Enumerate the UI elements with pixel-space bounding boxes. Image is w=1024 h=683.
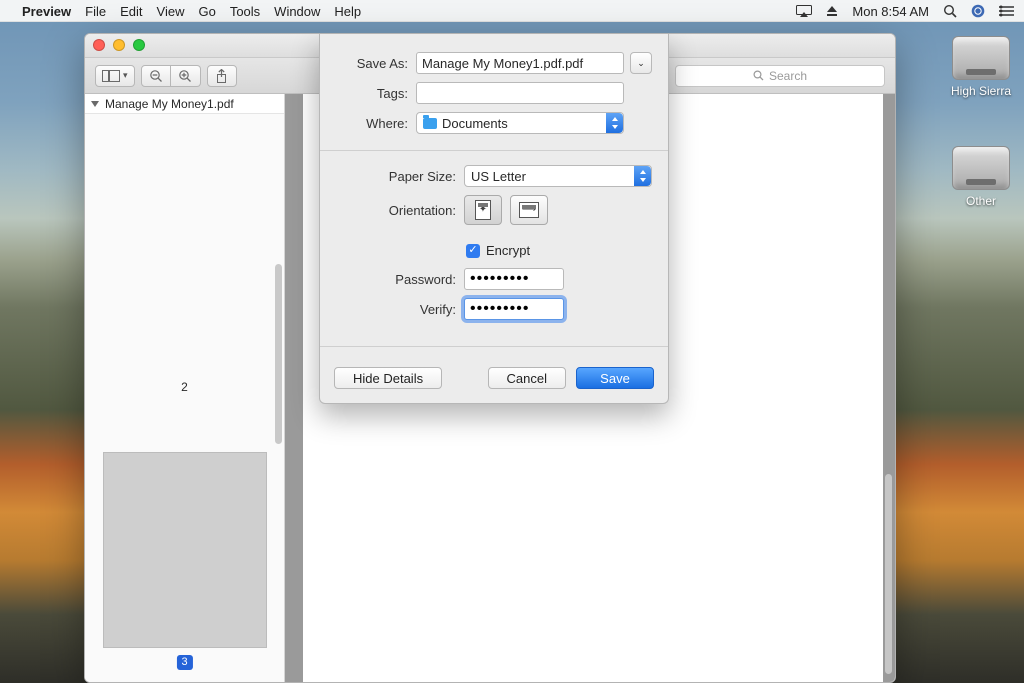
zoom-out-button[interactable] [141, 65, 171, 87]
tags-field[interactable] [416, 82, 624, 104]
menu-file[interactable]: File [85, 4, 106, 19]
where-popup[interactable]: Documents [416, 112, 624, 134]
thumbnail-page-3[interactable] [103, 452, 267, 648]
drive-high-sierra[interactable]: High Sierra [946, 36, 1016, 98]
paper-size-label: Paper Size: [336, 169, 456, 184]
disk-icon [952, 146, 1010, 190]
minimize-button[interactable] [113, 39, 125, 51]
sidebar-document-title: Manage My Money1.pdf [105, 97, 234, 111]
where-row: Where: Documents [336, 112, 652, 134]
airplay-icon[interactable] [796, 5, 812, 17]
encrypt-row: ✓ Encrypt [466, 243, 652, 258]
thumbnail-area: 2 3 [85, 114, 284, 682]
sidebar-scrollbar[interactable] [275, 264, 282, 444]
canvas-scrollbar[interactable] [885, 474, 892, 674]
password-row: Password: ••••••••• [336, 268, 652, 290]
encrypt-checkbox[interactable]: ✓ [466, 244, 480, 258]
toolbar-search[interactable]: Search [675, 65, 885, 87]
save-as-row: Save As: Manage My Money1.pdf.pdf ⌄ [336, 52, 652, 74]
menu-edit[interactable]: Edit [120, 4, 142, 19]
menu-go[interactable]: Go [198, 4, 215, 19]
paper-size-row: Paper Size: US Letter [336, 165, 652, 187]
menu-tools[interactable]: Tools [230, 4, 260, 19]
verify-field[interactable]: ••••••••• [464, 298, 564, 320]
preview-window: Manage My Money1.pdf (page 3 of 3) ▾ [84, 33, 896, 683]
menu-view[interactable]: View [157, 4, 185, 19]
verify-label: Verify: [336, 302, 456, 317]
menubar: Preview File Edit View Go Tools Window H… [0, 0, 1024, 22]
folder-icon [423, 118, 437, 129]
share-button[interactable] [207, 65, 237, 87]
menubar-clock[interactable]: Mon 8:54 AM [852, 4, 929, 19]
where-value: Documents [442, 116, 508, 131]
popup-stepper-icon [606, 113, 623, 133]
disk-icon [952, 36, 1010, 80]
sidebar-document-header[interactable]: Manage My Money1.pdf [85, 94, 284, 114]
page-number-3: 3 [176, 654, 192, 670]
eject-icon[interactable] [826, 5, 838, 17]
sheet-button-bar: Hide Details Cancel Save [320, 357, 668, 403]
notification-center-icon[interactable] [999, 5, 1014, 17]
where-label: Where: [336, 116, 408, 131]
spotlight-icon[interactable] [943, 4, 957, 18]
password-field[interactable]: ••••••••• [464, 268, 564, 290]
traffic-lights [93, 39, 145, 51]
tags-row: Tags: [336, 82, 652, 104]
orientation-label: Orientation: [336, 203, 456, 218]
paper-size-popup[interactable]: US Letter [464, 165, 652, 187]
zoom-button[interactable] [133, 39, 145, 51]
sidebar: Manage My Money1.pdf 2 3 [85, 94, 285, 682]
hide-details-button[interactable]: Hide Details [334, 367, 442, 389]
save-as-field[interactable]: Manage My Money1.pdf.pdf [416, 52, 624, 74]
expand-save-button[interactable]: ⌄ [630, 52, 652, 74]
close-button[interactable] [93, 39, 105, 51]
search-icon [753, 70, 764, 81]
popup-stepper-icon [634, 166, 651, 186]
portrait-icon: ✦ [475, 200, 491, 220]
menu-help[interactable]: Help [334, 4, 361, 19]
password-label: Password: [336, 272, 456, 287]
drive-label: High Sierra [946, 84, 1016, 98]
siri-icon[interactable] [971, 4, 985, 18]
encrypt-label: Encrypt [486, 243, 530, 258]
desktop: Preview File Edit View Go Tools Window H… [0, 0, 1024, 683]
orientation-landscape-button[interactable]: ⟶ [510, 195, 548, 225]
landscape-icon: ⟶ [519, 202, 539, 218]
orientation-row: Orientation: ✦ ⟶ [336, 195, 652, 225]
page-number-2: 2 [181, 380, 188, 394]
save-as-label: Save As: [336, 56, 408, 71]
paper-size-value: US Letter [471, 169, 526, 184]
app-menu[interactable]: Preview [22, 4, 71, 19]
orientation-portrait-button[interactable]: ✦ [464, 195, 502, 225]
divider [320, 346, 668, 347]
zoom-in-button[interactable] [171, 65, 201, 87]
menu-window[interactable]: Window [274, 4, 320, 19]
divider [320, 150, 668, 151]
view-mode-button[interactable]: ▾ [95, 65, 135, 87]
zoom-group [141, 65, 201, 87]
verify-row: Verify: ••••••••• [336, 298, 652, 320]
drive-other[interactable]: Other [946, 146, 1016, 208]
tags-label: Tags: [336, 86, 408, 101]
save-button[interactable]: Save [576, 367, 654, 389]
disclosure-triangle-icon [91, 101, 99, 107]
drive-label: Other [946, 194, 1016, 208]
cancel-button[interactable]: Cancel [488, 367, 566, 389]
save-sheet: Save As: Manage My Money1.pdf.pdf ⌄ Tags… [319, 34, 669, 404]
search-placeholder: Search [769, 69, 807, 83]
